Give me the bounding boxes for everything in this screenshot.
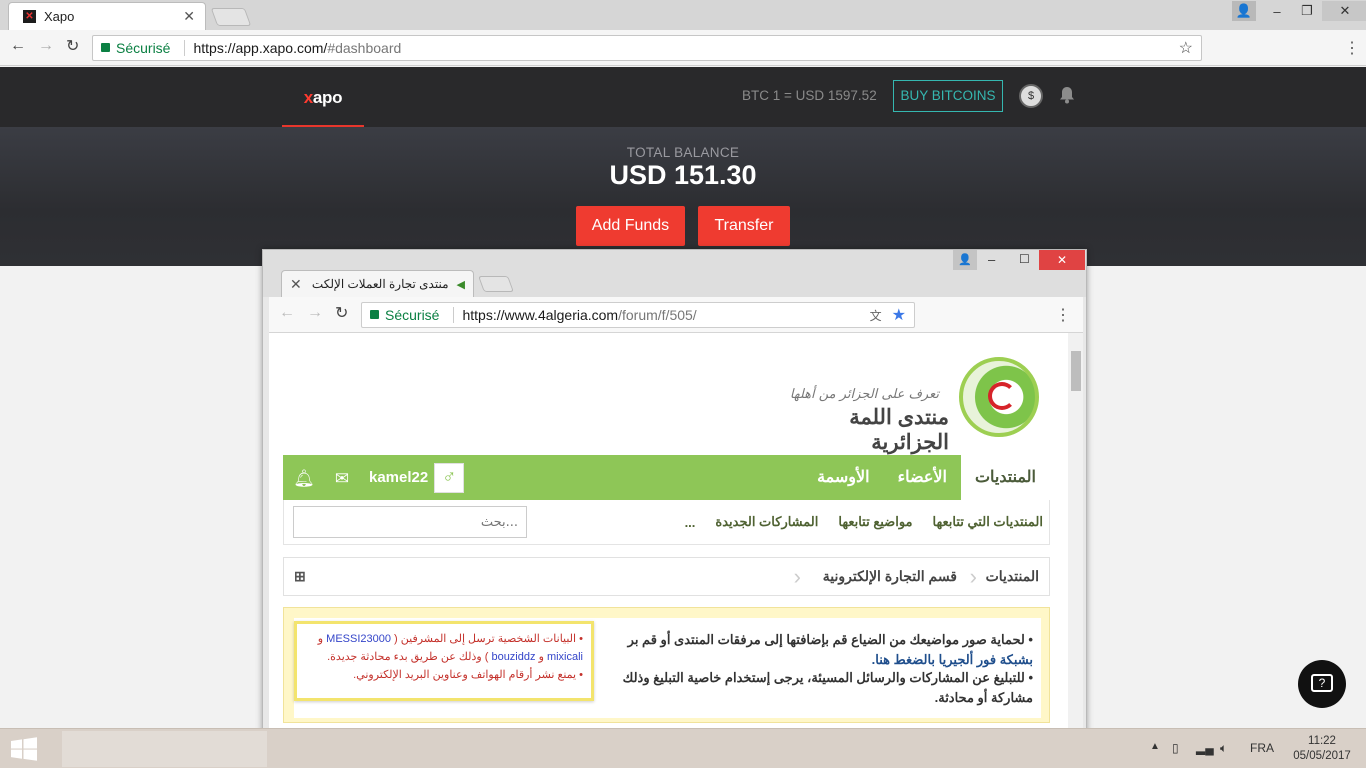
forum-favicon-icon: ◀ [456,278,465,291]
back-arrow-icon[interactable]: ← [10,37,26,55]
moderator-link[interactable]: bouziddz [491,651,535,663]
alerts-bell-icon[interactable]: 🔔︎ [293,469,315,488]
username[interactable]: kamel22 [369,469,428,486]
crescent-icon [988,382,1016,410]
nav-forums[interactable]: المنتديات [960,455,1050,500]
tab-xapo[interactable]: ✕ Xapo ✕ [8,2,206,30]
user-avatar[interactable]: $ [1019,84,1043,108]
breadcrumb-chevron-icon: ‹ [969,564,977,589]
add-funds-button[interactable]: Add Funds [576,206,685,246]
tab-close-icon[interactable]: ✕ [290,276,302,293]
buy-bitcoins-button[interactable]: BUY BITCOINS [893,80,1003,112]
url-text: https://www.4algeria.com/forum/f/505/ [462,307,697,323]
breadcrumb-chevron-icon: ‹ [793,564,801,589]
back-arrow-icon[interactable]: ← [279,304,295,322]
breadcrumb-forums[interactable]: المنتديات [986,558,1039,595]
address-bar[interactable]: Sécurisé https://www.4algeria.com/forum/… [361,302,915,328]
lock-icon [101,42,110,52]
forum-tagline: تعرف على الجزائر من أهلها [789,387,939,402]
search-input[interactable] [293,506,527,538]
url-text: https://app.xapo.com/#dashboard [193,40,402,56]
browser-menu-icon[interactable]: ⋮ [1055,305,1071,325]
reload-icon[interactable]: ↻ [66,36,79,56]
bookmark-star-icon[interactable]: ★ [892,305,906,325]
clock-time: 11:22 [1308,735,1336,747]
total-balance-value: USD 151.30 [609,160,757,190]
nav-members[interactable]: الأعضاء [884,455,961,500]
close-window-button[interactable]: ✕ [1039,250,1085,270]
scrollbar-thumb[interactable] [1071,351,1081,391]
btc-rate: BTC 1 = USD 1597.52 [742,88,877,103]
browser-tabstrip: ✕ Xapo ✕ 👤 – ❐ ✕ [0,0,1366,30]
window-controls: 👤 – ❐ ✕ [1232,0,1366,22]
sitemap-icon[interactable]: ⊞ [294,558,306,595]
windows-start-icon[interactable] [0,729,48,768]
messages-envelope-icon[interactable]: ✉ [331,469,353,488]
close-window-button[interactable]: ✕ [1322,1,1366,21]
forum-main-nav: المنتديات الأعضاء الأوسمة 🔔︎ ✉ kamel22 ♂ [283,455,1050,500]
notification-bell-icon[interactable] [1059,86,1075,104]
page-scrollbar[interactable] [1068,333,1083,733]
moderator-link[interactable]: MESSI23000 [326,633,391,645]
nav-badges[interactable]: الأوسمة [803,455,884,500]
xapo-logo[interactable]: xapo [282,67,364,127]
clock-date: 05/05/2017 [1293,750,1351,762]
language-indicator[interactable]: FRA [1250,741,1274,755]
subnav-watched-threads[interactable]: مواضيع تتابعها [838,514,912,530]
volume-icon[interactable]: 🔈︎ [1220,741,1227,756]
maximize-button[interactable]: ☐ [1019,252,1030,266]
forward-arrow-icon[interactable]: → [307,304,323,322]
subnav-watched-forums[interactable]: المنتديات التي تتابعها [933,514,1043,530]
reload-icon[interactable]: ↻ [335,303,348,323]
minimize-button[interactable]: – [988,252,995,267]
subnav-new-posts[interactable]: المشاركات الجديدة [715,514,818,530]
male-avatar-icon[interactable]: ♂ [434,462,465,493]
secure-label: Sécurisé [116,40,171,56]
xapo-favicon-icon: ✕ [23,10,36,23]
breadcrumb: المنتديات ‹ قسم التجارة الإلكترونية ‹ ⊞ [283,557,1050,596]
translate-icon[interactable]: 文 [870,307,882,324]
network-icon[interactable]: ▂▄ [1196,741,1214,755]
subnav-more[interactable]: ... [685,515,696,530]
forum-page: تعرف على الجزائر من أهلها منتدى اللمة ال… [269,333,1068,733]
tab-title: منتدى تجارة العملات الإلكت [311,277,449,291]
user-area: 🔔︎ ✉ kamel22 ♂ [293,455,465,500]
forward-arrow-icon[interactable]: → [38,37,54,55]
xapo-header [0,67,1366,127]
new-tab-button[interactable] [478,276,514,292]
moderator-link[interactable]: mixicali [547,651,583,663]
tab-forum[interactable]: ◀ منتدى تجارة العملات الإلكت ✕ [281,270,474,297]
address-bar[interactable]: Sécurisé https://app.xapo.com/#dashboard… [92,35,1202,61]
transfer-button[interactable]: Transfer [698,206,790,246]
browser-toolbar: ← → ↻ Sécurisé https://app.xapo.com/#das… [0,30,1366,66]
forum-name: منتدى اللمة الجزائرية [849,406,949,454]
forum-browser-toolbar: ← → ↻ Sécurisé https://www.4algeria.com/… [269,297,1083,333]
maximize-button[interactable]: ❐ [1292,3,1322,19]
lock-icon [370,309,379,319]
tab-close-icon[interactable]: ✕ [183,8,195,25]
breadcrumb-ecommerce[interactable]: قسم التجارة الإلكترونية [823,558,957,595]
chat-question-icon: ? [1311,674,1333,692]
forum-logo[interactable]: تعرف على الجزائر من أهلها منتدى اللمة ال… [789,347,1049,454]
profile-icon[interactable]: 👤 [1232,1,1256,21]
windows-taskbar: ▲ ▯ ▂▄ 🔈︎ FRA 11:22 05/05/2017 [0,728,1366,768]
tab-title: Xapo [44,9,75,24]
profile-icon[interactable]: 👤 [953,250,977,270]
battery-icon[interactable]: ▯ [1172,741,1179,755]
new-tab-button[interactable] [210,8,252,26]
forum-sub-nav: المنتديات التي تتابعها مواضيع تتابعها ال… [283,500,1050,545]
tray-expand-icon[interactable]: ▲ [1150,741,1160,752]
minimize-button[interactable]: – [1262,4,1292,19]
forum-browser-window: 👤 – ☐ ✕ ◀ منتدى تجارة العملات الإلكت ✕ ←… [262,249,1087,745]
secure-label: Sécurisé [385,307,440,323]
rules-popup: • البيانات الشخصية ترسل إلى المشرفين ( M… [294,621,594,701]
browser-menu-icon[interactable]: ⋮ [1344,38,1360,58]
forum-browser-titlebar: 👤 – ☐ ✕ ◀ منتدى تجارة العملات الإلكت ✕ [263,250,1086,297]
bookmark-star-icon[interactable]: ☆ [1179,38,1193,58]
total-balance-label: TOTAL BALANCE [626,145,740,160]
system-clock[interactable]: 11:22 05/05/2017 [1286,734,1358,764]
help-chat-button[interactable]: ? [1298,660,1346,708]
taskbar-app-chrome[interactable] [62,731,267,767]
